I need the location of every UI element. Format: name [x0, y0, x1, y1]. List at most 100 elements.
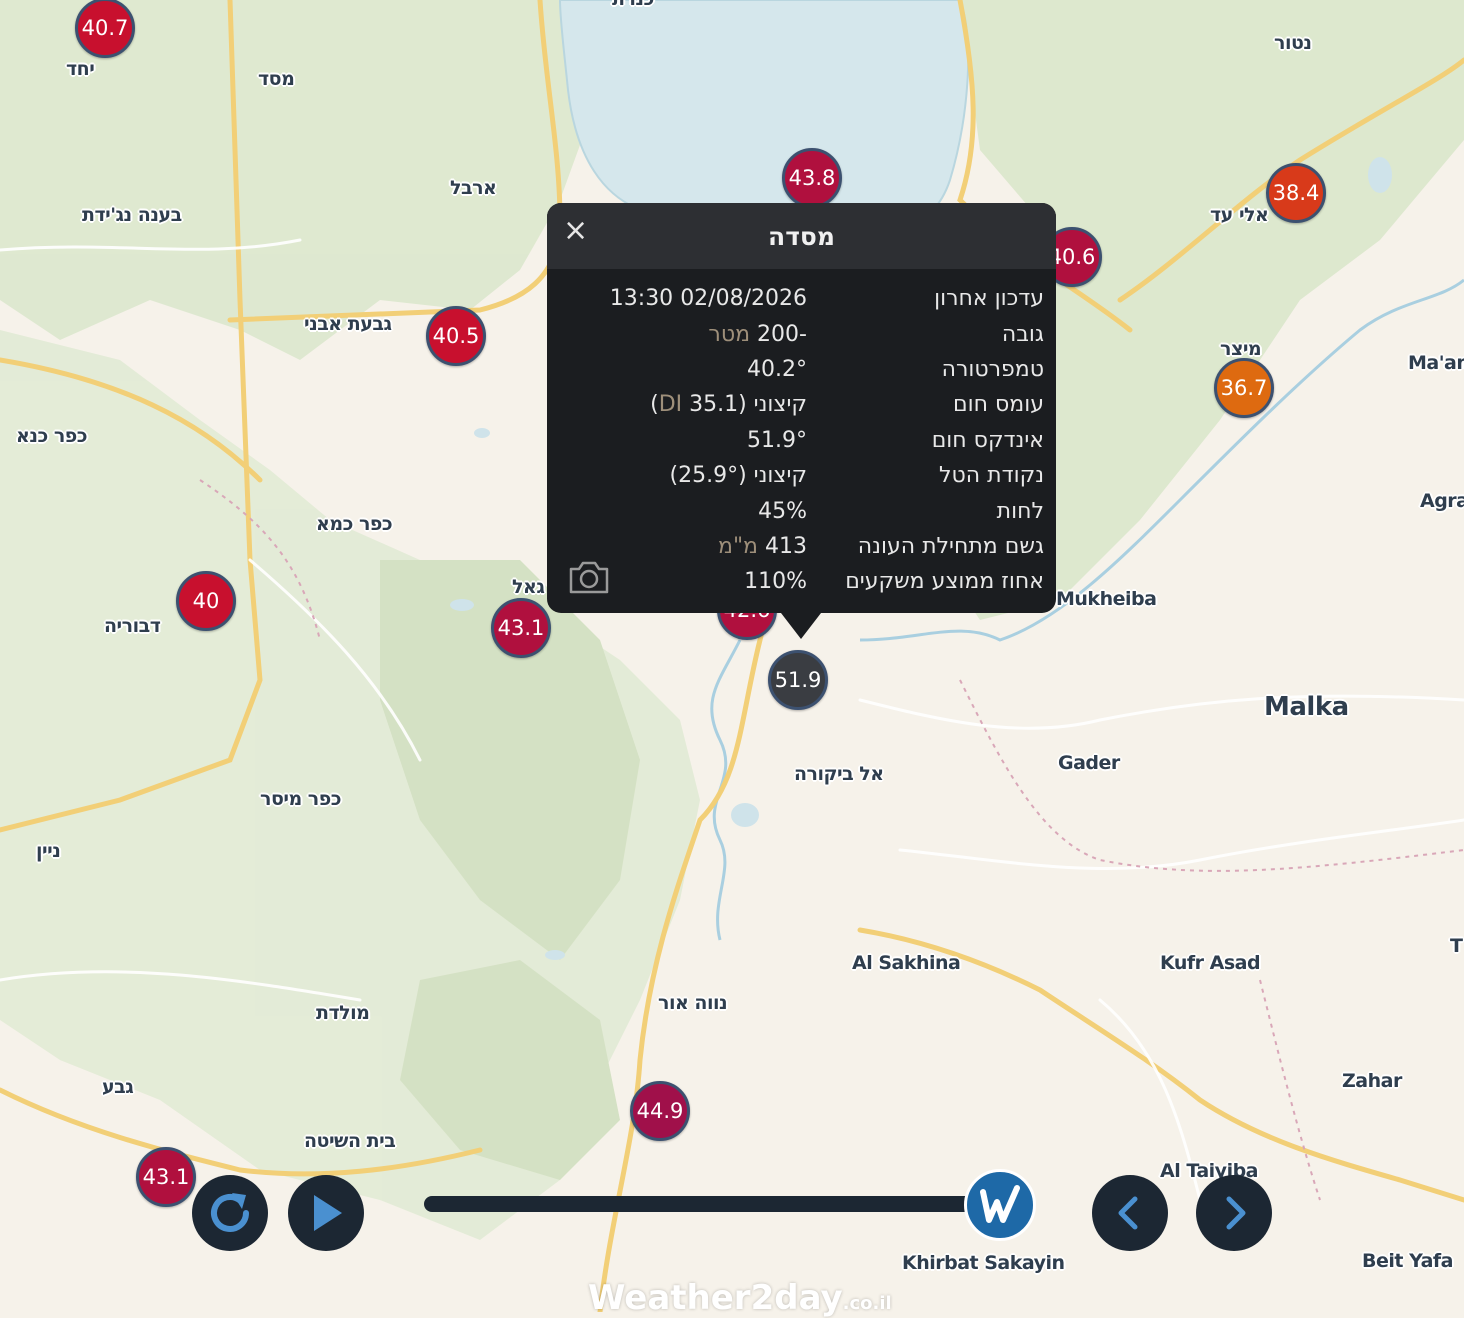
place-label: כפר מיסר: [260, 788, 342, 810]
place-label: יחד: [66, 58, 95, 80]
row-value: -200 מטר: [559, 322, 807, 347]
place-label: נטור: [1274, 32, 1312, 54]
chevron-left-icon: [1118, 1196, 1138, 1230]
place-label: בענה נג'ידת: [82, 204, 182, 226]
place-label: ניין: [36, 840, 61, 862]
place-label: T: [1450, 935, 1463, 957]
row-suffix: ): [650, 392, 659, 418]
place-label: Mukheiba: [1056, 588, 1157, 610]
row-unit: DI: [658, 392, 683, 418]
brand-suffix: .co.il: [842, 1293, 892, 1314]
row-value-text: 40.2°: [747, 356, 807, 382]
brand-watermark: Weather2day.co.il: [588, 1278, 892, 1318]
popup-row: 413 מ"מ גשם מתחילת העונה: [559, 529, 1044, 564]
row-value: 45%: [559, 499, 807, 524]
row-label: גשם מתחילת העונה: [857, 533, 1044, 559]
timeline-handle[interactable]: [964, 1169, 1036, 1241]
row-value: קיצוני (25.9°): [559, 463, 807, 488]
place-label: Kufr Asad: [1160, 952, 1261, 974]
station-popup: × מסדה 02/08/2026 13:30 עדכון אחרון -200 מ…: [547, 203, 1056, 639]
row-label: אחוז ממוצע משקעים: [845, 569, 1044, 595]
play-icon: [314, 1195, 342, 1231]
place-label: כפר כנא: [16, 425, 88, 447]
station-marker[interactable]: 43.8: [782, 148, 842, 208]
station-marker[interactable]: 40.7: [75, 0, 135, 58]
popup-row: 110% אחוז ממוצע משקעים: [559, 564, 1044, 599]
station-marker[interactable]: 38.4: [1266, 163, 1326, 223]
place-label: מולדת: [316, 1002, 370, 1024]
brand-name: Weather2day: [588, 1278, 843, 1318]
camera-icon[interactable]: [567, 559, 611, 599]
row-value-text: קיצוני (35.1: [682, 392, 807, 418]
row-value-text: 110%: [744, 569, 807, 595]
place-label: Agra: [1420, 490, 1464, 512]
place-label: מיצר: [1220, 338, 1262, 360]
previous-button[interactable]: [1092, 1175, 1168, 1251]
place-label: Zahar: [1342, 1070, 1402, 1092]
station-marker[interactable]: 40: [176, 571, 236, 631]
place-label: דבוריה: [104, 615, 161, 637]
popup-row: 02/08/2026 13:30 עדכון אחרון: [559, 281, 1044, 316]
place-label: כפר כמא: [316, 513, 393, 535]
station-marker[interactable]: 40.5: [426, 306, 486, 366]
row-value: 51.9°: [559, 428, 807, 453]
place-label: Beit Yafa: [1362, 1250, 1454, 1272]
station-marker[interactable]: 36.7: [1214, 358, 1274, 418]
row-label: עומס חום: [953, 392, 1044, 418]
row-value-text: -200: [757, 321, 807, 347]
place-label: אל ביקורה: [794, 763, 884, 785]
popup-row: -200 מטר גובה: [559, 316, 1044, 351]
refresh-button[interactable]: [192, 1175, 268, 1251]
place-label: Al Sakhina: [852, 952, 961, 974]
place-label: ארבל: [450, 177, 497, 199]
row-value-text: 413: [765, 533, 807, 559]
next-button[interactable]: [1196, 1175, 1272, 1251]
place-label: גאל: [512, 576, 545, 598]
place-label: בית השיטה: [304, 1130, 396, 1152]
popup-row: 40.2° טמפרטורה: [559, 352, 1044, 387]
refresh-icon: [211, 1193, 249, 1232]
popup-row: 45% לחות: [559, 493, 1044, 528]
row-value-text: 02/08/2026 13:30: [609, 286, 807, 312]
weather2day-logo-icon: [980, 1185, 1020, 1223]
row-label: טמפרטורה: [941, 356, 1044, 382]
popup-header: × מסדה: [547, 203, 1056, 269]
popup-row: קיצוני (25.9°) נקודת הטל: [559, 458, 1044, 493]
place-label: Gader: [1058, 752, 1120, 774]
close-icon[interactable]: ×: [563, 213, 588, 248]
station-marker[interactable]: 43.1: [491, 598, 551, 658]
play-button[interactable]: [288, 1175, 364, 1251]
place-label: מסד: [258, 68, 295, 90]
row-value: 413 מ"מ: [559, 534, 807, 559]
timeline-track[interactable]: [424, 1196, 1004, 1212]
popup-rows: 02/08/2026 13:30 עדכון אחרון -200 מטר גובה 4…: [547, 269, 1056, 600]
place-label: Malka: [1264, 692, 1349, 722]
popup-pointer: [781, 613, 821, 639]
popup-row: קיצוני (35.1 DI) עומס חום: [559, 387, 1044, 422]
station-marker-selected[interactable]: 51.9: [768, 650, 828, 710]
place-label: כנרת: [612, 0, 654, 10]
row-unit: מטר: [708, 321, 758, 347]
place-label: Khirbat Sakayin: [902, 1252, 1065, 1274]
station-marker[interactable]: 43.1: [136, 1147, 196, 1207]
row-label: נקודת הטל: [938, 463, 1044, 489]
station-marker[interactable]: 44.9: [630, 1081, 690, 1141]
row-value-text: 51.9°: [747, 427, 807, 453]
place-label: Ma'an: [1408, 352, 1464, 374]
popup-row: 51.9° אינדקס חום: [559, 423, 1044, 458]
place-label: אלי עד: [1210, 204, 1269, 226]
map-canvas[interactable]: [0, 0, 1464, 1312]
row-value: 02/08/2026 13:30: [559, 286, 807, 311]
place-label: נווה אור: [658, 992, 728, 1014]
row-label: עדכון אחרון: [934, 286, 1044, 312]
chevron-right-icon: [1226, 1196, 1246, 1230]
place-label: גבע: [102, 1076, 134, 1098]
row-value-text: קיצוני (25.9°): [669, 463, 807, 489]
row-value: קיצוני (35.1 DI): [559, 392, 807, 417]
row-value: 40.2°: [559, 357, 807, 382]
row-label: אינדקס חום: [931, 427, 1044, 453]
row-label: גובה: [1001, 321, 1044, 347]
place-label: גבעת אבני: [304, 313, 392, 335]
row-value-text: 45%: [758, 498, 807, 524]
row-unit: מ"מ: [718, 533, 765, 559]
